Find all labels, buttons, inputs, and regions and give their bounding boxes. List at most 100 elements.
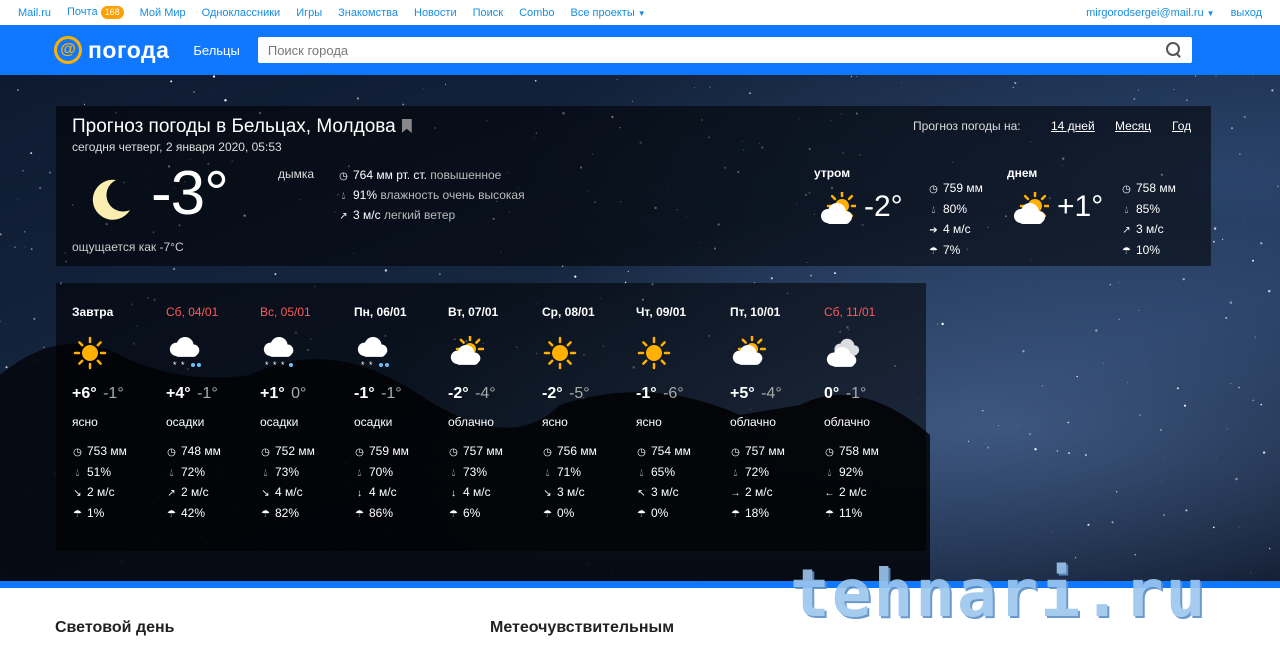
pressure-icon: ◷ (355, 447, 364, 458)
search-input[interactable] (267, 42, 1148, 58)
period-link-month[interactable]: Месяц (1115, 119, 1151, 133)
precip-row: ☂ 6% (448, 504, 542, 525)
forecast-day[interactable]: Вс, 05/01 * * * +1° 0° осадки ◷ 752 мм 💧︎ 73% ↘ 4 м… (260, 305, 354, 524)
wind-value: 4 м/с (943, 222, 971, 236)
logout-link[interactable]: выход (1231, 7, 1262, 19)
portal-link-games[interactable]: Игры (296, 7, 322, 19)
humidity-value: 71% (557, 464, 582, 479)
portal-link-mailru[interactable]: Mail.ru (18, 7, 51, 19)
humidity-note: влажность очень высокая (380, 188, 525, 202)
portal-link-combo[interactable]: Combo (519, 7, 554, 19)
day-condition: облачно (824, 415, 870, 429)
part-details: ◷ 759 мм 💧︎ 80% ➔ 4 м/с ☂ 7% (928, 179, 983, 261)
precip-value: 1% (87, 505, 105, 520)
day-condition: осадки (166, 415, 205, 429)
day-details: ◷ 759 мм 💧︎ 70% ↓ 4 м/с ☂ 86% (354, 442, 448, 524)
umbrella-icon: ☂ (637, 508, 646, 520)
period-link-14-days[interactable]: 14 дней (1051, 119, 1095, 133)
pressure-row: ◷ 759 мм (354, 442, 448, 463)
search-icon[interactable] (1165, 42, 1182, 58)
umbrella-icon: ☂ (355, 508, 364, 520)
current-city-link[interactable]: Бельцы (193, 43, 239, 58)
current-condition: дымка (278, 167, 315, 181)
precip-row: ☂ 42% (166, 504, 260, 525)
portal-link-all-projects[interactable]: Все проекты ▼ (571, 7, 646, 19)
forecast-day[interactable]: Сб, 04/01 * * +4° -1° осадки ◷ 748 мм 💧︎ 72% ↗ 2 м… (166, 305, 260, 524)
pressure-row: ◷ 756 мм (542, 442, 636, 463)
day-temperatures: +1° 0° (260, 385, 354, 403)
portal-link-ok[interactable]: Одноклассники (202, 7, 281, 19)
logo[interactable]: @ погода (54, 36, 169, 64)
partly-cloudy-icon (821, 192, 856, 224)
day-details: ◷ 756 мм 💧︎ 71% ↘ 3 м/с ☂ 0% (542, 442, 636, 524)
humidity-value: 73% (463, 464, 488, 479)
drop-icon: 💧︎ (341, 191, 346, 202)
portal-link-myworld[interactable]: Мой Мир (140, 7, 186, 19)
wind-arrow-icon: ↓ (357, 488, 362, 499)
user-email-menu[interactable]: mirgorodsergei@mail.ru ▼ (1086, 7, 1214, 19)
moon-icon (92, 179, 130, 220)
wind-arrow-icon: ↗ (167, 488, 176, 499)
wind-arrow-icon: ↗ (1122, 225, 1131, 236)
portal-link-dating[interactable]: Знакомства (338, 7, 398, 19)
precip-value: 7% (943, 242, 961, 257)
user-email: mirgorodsergei@mail.ru (1086, 6, 1204, 19)
humidity-value: 51% (87, 464, 112, 479)
wind-value: 3 м/с (557, 485, 585, 499)
periods-label: Прогноз погоды на: (913, 119, 1021, 133)
humidity-row: 💧︎ 91% влажность очень высокая (338, 186, 525, 206)
humidity-row: 💧︎ 80% (928, 200, 983, 221)
sun-icon (543, 336, 577, 370)
forecast-day[interactable]: Завтра +6° -1° ясно ◷ 753 мм 💧︎ 51% ↘ 2 м/с ☂ 1% (72, 305, 166, 524)
day-temp-high: 0° (824, 385, 840, 402)
pressure-row: ◷ 754 мм (636, 442, 730, 463)
wind-arrow-icon: ↓ (451, 488, 456, 499)
forecast-day[interactable]: Пт, 10/01 +5° -4° облачно ◷ 757 мм 💧︎ 72% → 2 м/… (730, 305, 824, 524)
forecast-day[interactable]: Сб, 11/01 0° -1° облачно ◷ 758 мм 💧︎ 92% ← 2 м/с… (824, 305, 918, 524)
bookmark-icon[interactable] (401, 119, 412, 133)
day-temperatures: -2° -4° (448, 385, 542, 403)
wind-row: → 2 м/с (730, 483, 824, 504)
precip-value: 0% (651, 505, 669, 520)
pressure-row: ◷ 757 мм (730, 442, 824, 463)
portal-link-search[interactable]: Поиск (473, 7, 503, 19)
pressure-icon: ◷ (825, 447, 834, 458)
day-temperatures: -2° -5° (542, 385, 636, 403)
forecast-day[interactable]: Вт, 07/01 -2° -4° облачно ◷ 757 мм 💧︎ 73% ↓ 4 м/… (448, 305, 542, 524)
wind-row: ↘ 3 м/с (542, 483, 636, 504)
day-condition: ясно (72, 415, 98, 429)
precip-row: ☂ 18% (730, 504, 824, 525)
pressure-note: повышенное (430, 168, 502, 182)
wind-arrow-icon: ↖ (637, 488, 646, 499)
snow-rain-icon: * * (357, 336, 389, 370)
humidity-value: 70% (369, 464, 394, 479)
page-title: Прогноз погоды в Бельцах, Молдова (72, 116, 412, 138)
pressure-value: 758 мм (1136, 181, 1176, 195)
humidity-value: 91% (353, 188, 378, 202)
day-temp-low: 0° (291, 385, 307, 402)
portal-link-news[interactable]: Новости (414, 7, 457, 19)
day-label: Вт, 07/01 (448, 305, 499, 319)
wind-value: 4 м/с (463, 485, 491, 499)
wind-row: ↓ 4 м/с (448, 483, 542, 504)
day-temp-low: -1° (381, 385, 402, 402)
pressure-icon: ◷ (637, 447, 646, 458)
day-temp-high: +4° (166, 385, 191, 402)
svg-text:*: * (281, 360, 285, 370)
period-link-year[interactable]: Год (1172, 119, 1191, 133)
forecast-day[interactable]: Чт, 09/01 -1° -6° ясно ◷ 754 мм 💧︎ 65% ↖ 3 м/с ☂ 0… (636, 305, 730, 524)
portal-link-mail-label: Почта (67, 6, 98, 18)
wind-row: ← 2 м/с (824, 483, 918, 504)
wind-row: ↗ 2 м/с (166, 483, 260, 504)
current-temperature: -3° (151, 159, 229, 228)
cloud-icon (826, 338, 860, 367)
part-temperature: +1° (1057, 190, 1104, 223)
day-details: ◷ 757 мм 💧︎ 73% ↓ 4 м/с ☂ 6% (448, 442, 542, 524)
sun-icon (73, 336, 107, 370)
pressure-value: 752 мм (275, 444, 315, 458)
wind-arrow-icon: ↘ (261, 488, 270, 499)
pressure-value: 754 мм (651, 444, 691, 458)
forecast-day[interactable]: Пн, 06/01 * * -1° -1° осадки ◷ 759 мм 💧︎ 70% ↓ 4 м… (354, 305, 448, 524)
forecast-day[interactable]: Ср, 08/01 -2° -5° ясно ◷ 756 мм 💧︎ 71% ↘ 3 м/с ☂ 0… (542, 305, 636, 524)
portal-link-mail[interactable]: Почта 168 (67, 6, 124, 19)
